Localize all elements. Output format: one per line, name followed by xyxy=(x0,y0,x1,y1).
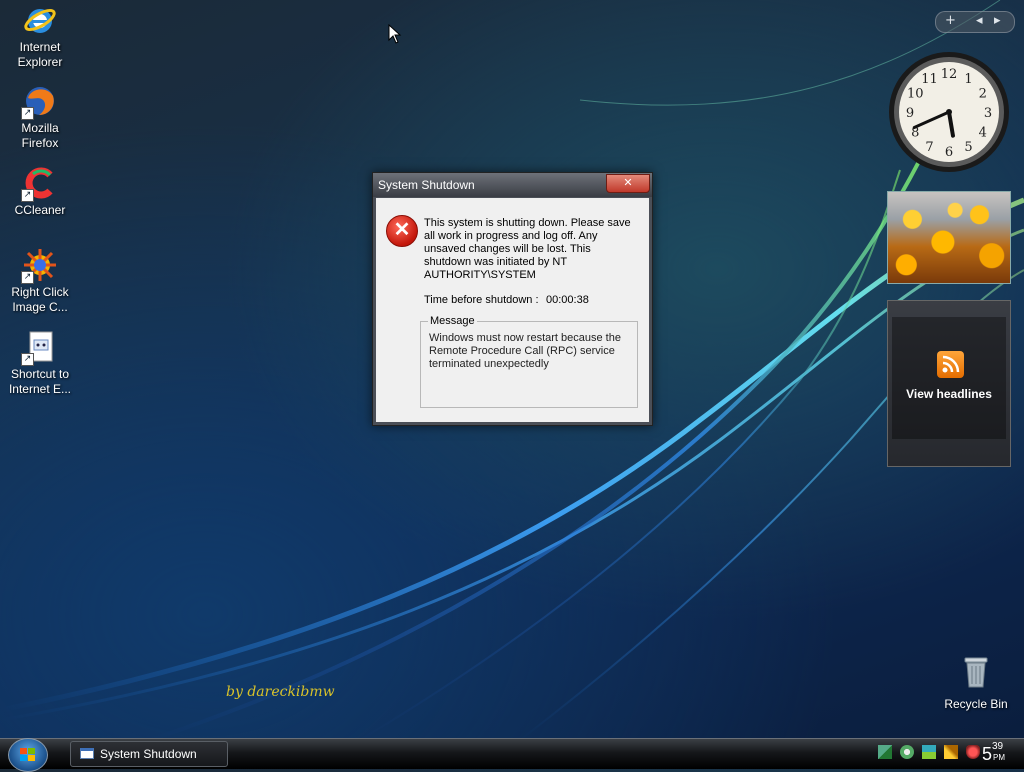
clock-numeral: 6 xyxy=(945,145,953,160)
desktop-icon-internet-explorer[interactable]: Internet Explorer xyxy=(4,3,76,70)
tools-icon[interactable] xyxy=(944,745,959,759)
recycle-bin-label: Recycle Bin xyxy=(944,697,1008,711)
clock-numeral: 1 xyxy=(964,72,972,87)
desktop-icon-recycle-bin[interactable]: Recycle Bin xyxy=(940,655,1012,711)
dialog-title: System Shutdown xyxy=(378,178,475,192)
clock-numeral: 9 xyxy=(906,106,914,121)
sidebar-controls: + ◂ ▸ xyxy=(935,11,1015,33)
message-group-label: Message xyxy=(428,315,477,327)
clock-numeral: 11 xyxy=(921,72,938,87)
clock-numeral: 5 xyxy=(964,140,972,155)
image-converter-icon: ↗ xyxy=(21,248,57,284)
taskbar-button-label: System Shutdown xyxy=(100,747,197,761)
next-gadgets-button[interactable]: ▸ xyxy=(994,13,1001,28)
desktop-icon-label: Right Click Image C... xyxy=(11,285,69,314)
slideshow-gadget[interactable] xyxy=(887,191,1011,284)
time-before-shutdown-label: Time before shutdown : xyxy=(424,294,539,306)
desktop-icon-mozilla-firefox[interactable]: ↗ Mozilla Firefox xyxy=(4,84,76,151)
add-gadget-button[interactable]: + xyxy=(945,13,956,28)
system-shutdown-dialog: System Shutdown ✕ ✕ This system is shutt… xyxy=(372,172,653,426)
internet-explorer-icon xyxy=(23,3,57,37)
taskbar-button-system-shutdown[interactable]: System Shutdown xyxy=(70,741,228,767)
shortcut-arrow-icon: ↗ xyxy=(21,107,34,120)
clock-hour: 5 xyxy=(982,744,993,764)
dialog-titlebar[interactable]: System Shutdown ✕ xyxy=(373,173,652,197)
clock-numeral: 7 xyxy=(925,140,933,155)
clock-gadget[interactable]: 1234567891011 12 xyxy=(887,50,1011,174)
security-shield-icon[interactable] xyxy=(966,745,981,759)
network-icon[interactable] xyxy=(878,745,892,759)
shutdown-warning-text: This system is shutting down. Please sav… xyxy=(424,217,631,281)
shortcut-arrow-icon: ↗ xyxy=(21,353,34,366)
taskbar: System Shutdown 5 39 PM xyxy=(0,738,1024,772)
desktop-icon-label: Internet Explorer xyxy=(17,40,63,69)
desktop-icon-label: Mozilla Firefox xyxy=(21,121,59,150)
desktop-icon-ccleaner[interactable]: ↗ CCleaner xyxy=(4,166,76,218)
message-groupbox: Message Windows must now restart because… xyxy=(420,315,638,408)
desktop-icon-shortcut-internet-explorer[interactable]: ↗ Shortcut to Internet E... xyxy=(4,330,76,397)
rss-icon xyxy=(937,351,964,378)
dialog-body: ✕ This system is shutting down. Please s… xyxy=(376,198,649,422)
clock-minute: 39 xyxy=(992,741,1004,752)
desktop-icon-right-click-image-converter[interactable]: ↗ Right Click Image C... xyxy=(4,248,76,315)
recycle-bin-icon xyxy=(964,657,988,688)
firefox-icon: ↗ xyxy=(21,84,57,120)
close-icon: ✕ xyxy=(623,176,633,189)
feed-headlines-gadget[interactable]: View headlines xyxy=(887,300,1011,467)
message-detail-text: Windows must now restart because the Rem… xyxy=(429,332,621,370)
document-shortcut-icon: ↗ xyxy=(21,330,57,366)
close-button[interactable]: ✕ xyxy=(606,174,650,193)
clock-numeral: 2 xyxy=(979,87,987,102)
window-icon xyxy=(80,748,94,759)
view-headlines-link[interactable]: View headlines xyxy=(888,387,1010,401)
system-tray xyxy=(878,745,983,763)
previous-gadgets-button[interactable]: ◂ xyxy=(976,13,983,28)
desktop-icon-label: CCleaner xyxy=(14,203,66,217)
clock-numeral: 3 xyxy=(984,106,992,121)
shortcut-arrow-icon: ↗ xyxy=(21,189,34,202)
volume-icon[interactable] xyxy=(900,745,915,759)
time-before-shutdown-value: 00:00:38 xyxy=(546,294,589,306)
clock-ampm: PM xyxy=(993,753,1005,762)
clock-numeral: 12 xyxy=(941,67,958,82)
error-icon: ✕ xyxy=(386,215,418,247)
clock-numeral: 10 xyxy=(907,87,924,102)
watermark-signature: by dareckibmw xyxy=(226,684,335,700)
shortcut-arrow-icon: ↗ xyxy=(21,271,34,284)
mouse-cursor-icon xyxy=(388,23,402,48)
start-button[interactable] xyxy=(8,738,48,772)
windows-update-icon[interactable] xyxy=(922,745,937,759)
windows-logo-icon xyxy=(20,748,35,761)
clock-numeral: 4 xyxy=(979,126,987,141)
ccleaner-icon: ↗ xyxy=(21,166,57,202)
desktop-icon-label: Shortcut to Internet E... xyxy=(8,367,72,396)
